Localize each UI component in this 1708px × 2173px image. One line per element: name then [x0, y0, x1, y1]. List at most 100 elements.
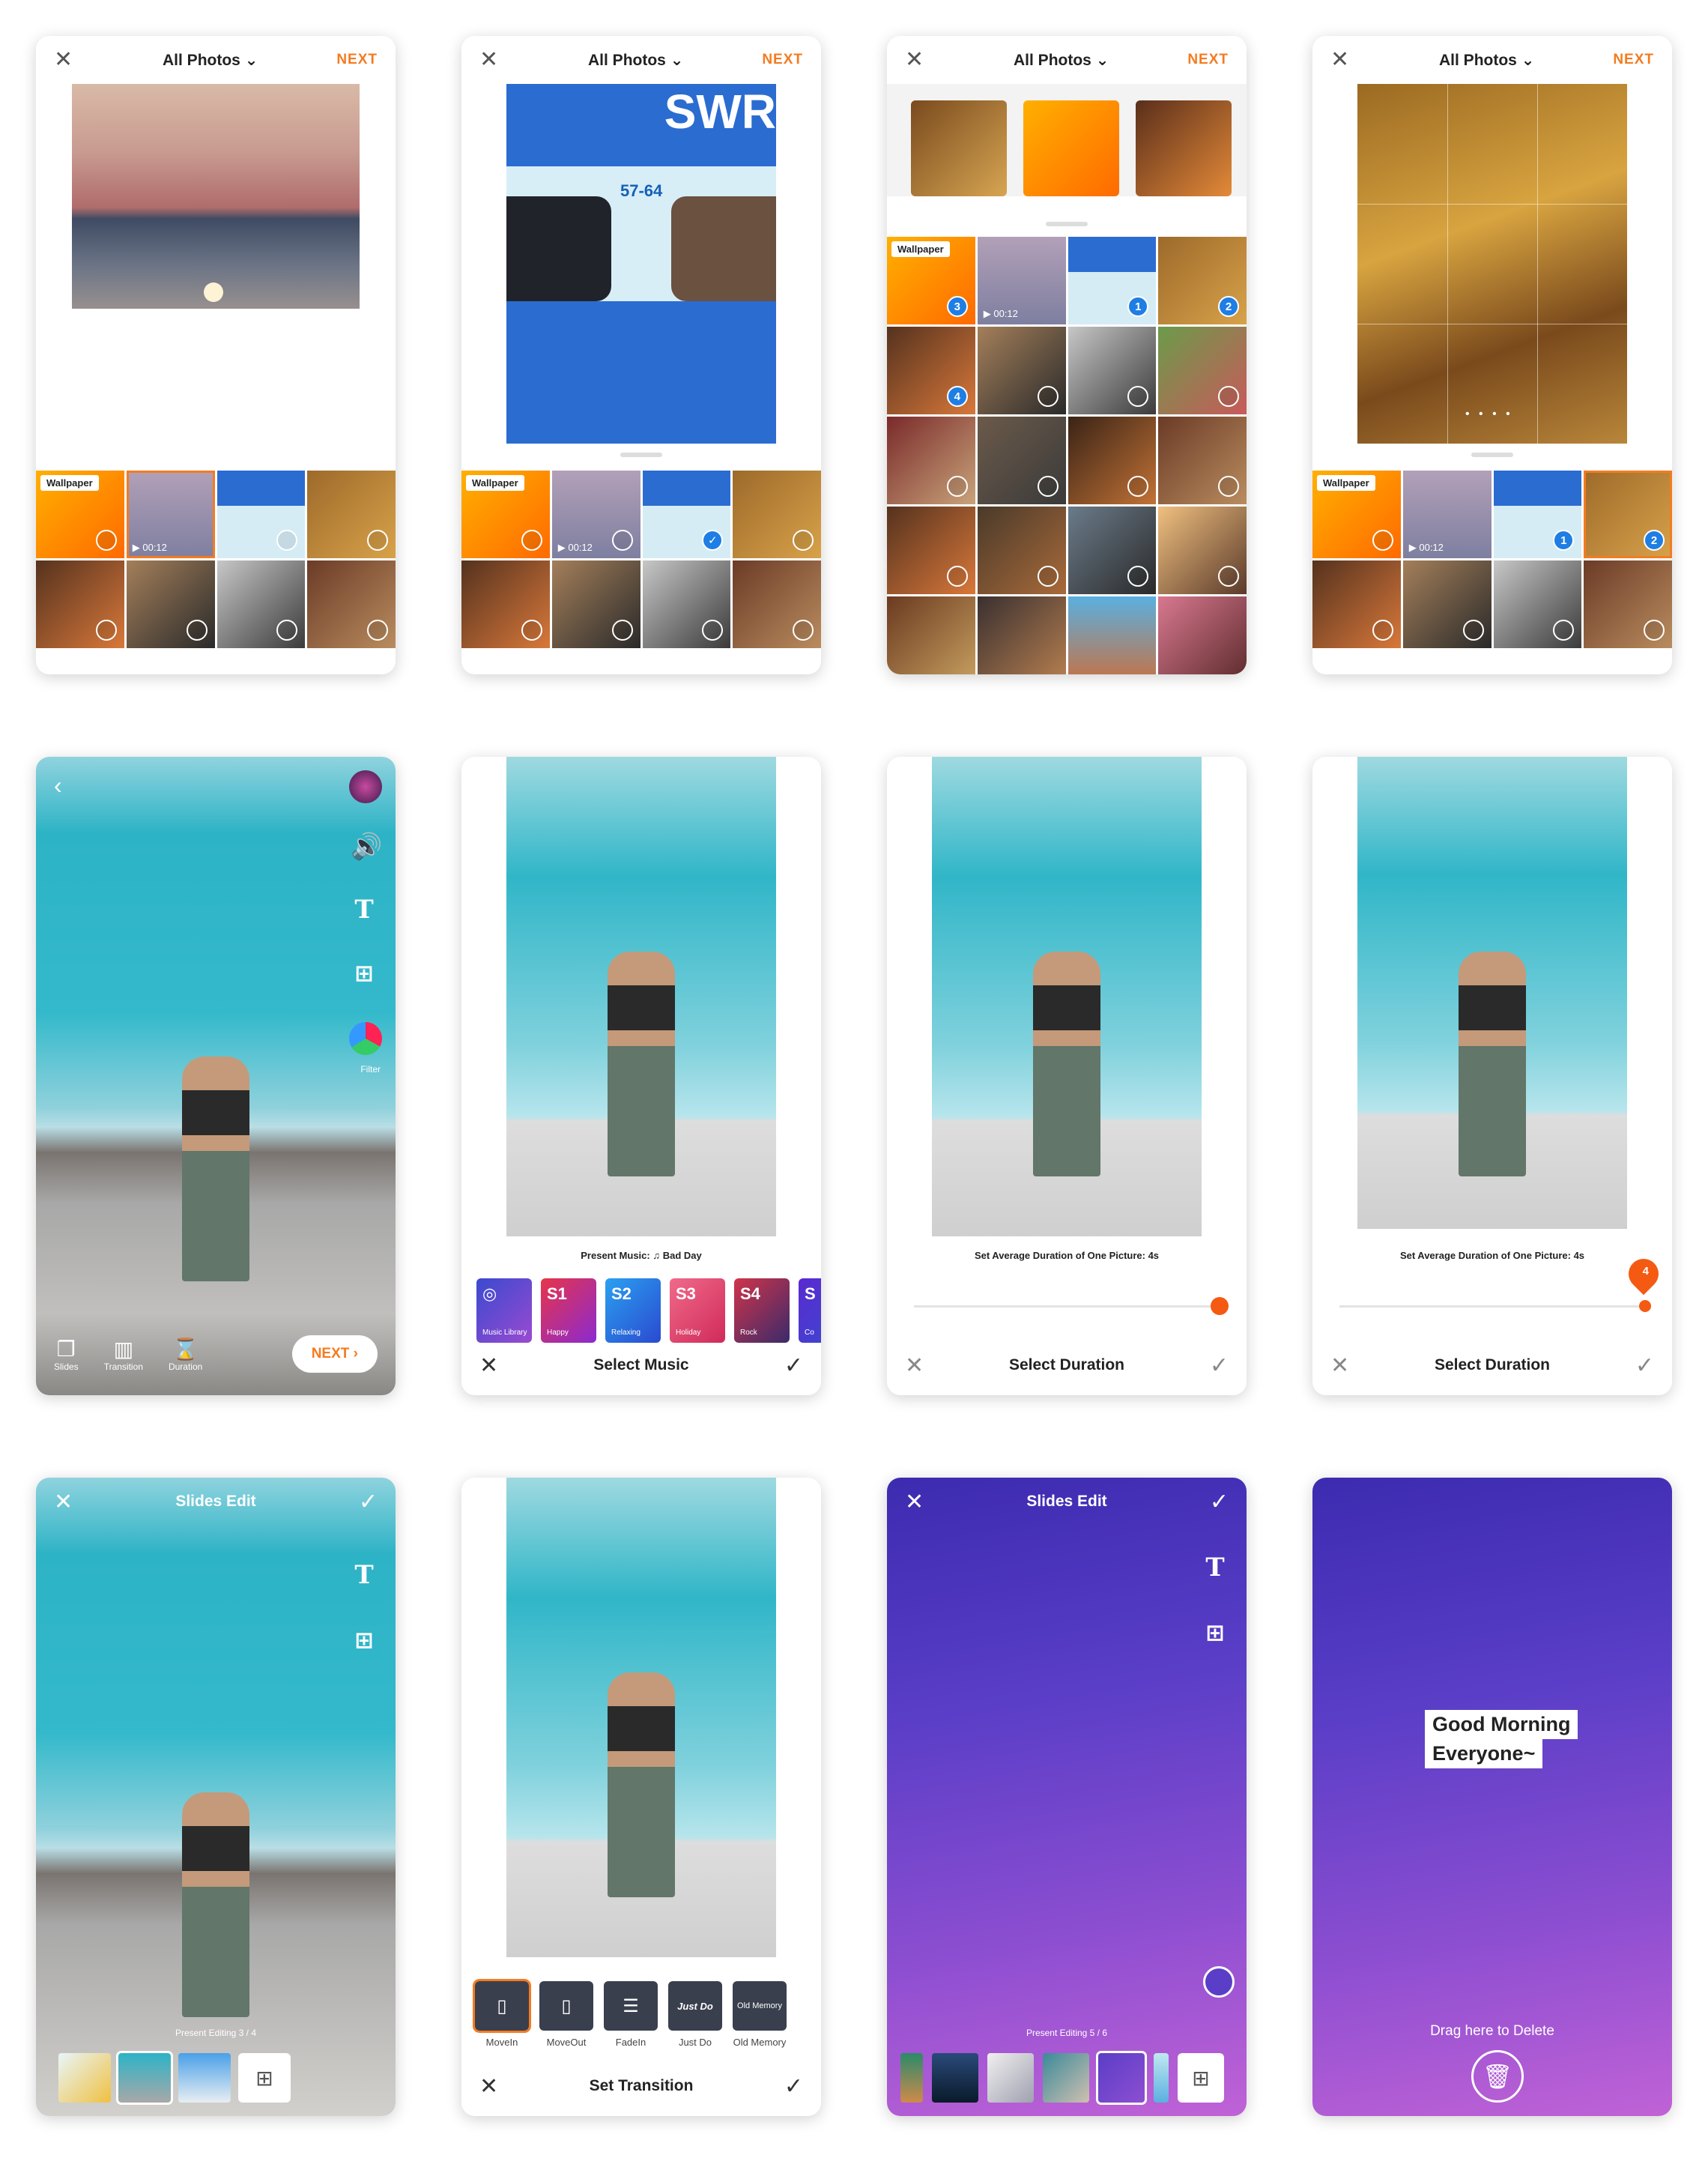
text-tool-icon[interactable]: T	[351, 1560, 378, 1590]
grid-photo[interactable]	[1068, 327, 1157, 414]
select-circle[interactable]	[1127, 566, 1149, 587]
grid-photo[interactable]: 4	[887, 327, 975, 414]
select-circle[interactable]	[521, 620, 542, 641]
grid-photo[interactable]	[36, 560, 124, 648]
drag-handle[interactable]	[620, 453, 662, 457]
select-circle[interactable]	[367, 620, 388, 641]
grid-photo[interactable]	[1158, 596, 1247, 674]
select-circle[interactable]	[1372, 530, 1393, 551]
close-icon[interactable]: ✕	[905, 49, 935, 71]
grid-photo[interactable]: 1	[1068, 237, 1157, 324]
selected-thumb[interactable]	[911, 100, 1007, 196]
music-tile-s4[interactable]: S4 Rock	[734, 1278, 790, 1343]
grid-photo[interactable]: Wallpaper	[1312, 471, 1401, 558]
close-icon[interactable]: ✕	[54, 1489, 73, 1515]
confirm-icon[interactable]: ✓	[1210, 1489, 1229, 1515]
selected-thumb[interactable]	[1136, 100, 1232, 196]
select-circle[interactable]	[793, 620, 814, 641]
add-slide-button[interactable]: ⊞	[1178, 2053, 1224, 2103]
grid-photo[interactable]	[126, 560, 215, 648]
grid-photo[interactable]	[977, 507, 1066, 594]
slides-tool[interactable]: ❐ Slides	[54, 1337, 79, 1372]
trash-button[interactable]: 🗑	[1471, 2050, 1524, 2103]
select-circle[interactable]	[1037, 566, 1059, 587]
duration-slider[interactable]	[914, 1297, 1229, 1315]
text-sticker[interactable]: Good Morning Everyone~	[1425, 1710, 1578, 1769]
select-circle[interactable]	[1037, 386, 1059, 407]
music-tile-s2[interactable]: S2 Relaxing	[605, 1278, 661, 1343]
next-button[interactable]: NEXT	[762, 52, 803, 68]
grid-photo[interactable]	[461, 560, 550, 648]
duration-tool[interactable]: ⌛ Duration	[169, 1337, 202, 1372]
grid-photo[interactable]: Wallpaper	[36, 471, 124, 558]
selected-check[interactable]: ✓	[702, 530, 724, 551]
text-tool-icon[interactable]: T	[351, 895, 378, 925]
selection-number[interactable]: 1	[1553, 530, 1575, 551]
add-slide-button[interactable]: ⊞	[238, 2053, 291, 2103]
next-button[interactable]: NEXT	[1613, 52, 1654, 68]
select-circle[interactable]	[186, 620, 208, 641]
transition-moveout[interactable]: ▯ MoveOut	[539, 1981, 593, 2048]
sticker-icon[interactable]: ⊞	[351, 961, 378, 988]
select-circle[interactable]	[367, 530, 388, 551]
transition-fadein[interactable]: ☰ FadeIn	[604, 1981, 658, 2048]
selection-number[interactable]: 2	[1644, 530, 1665, 551]
crop-preview[interactable]: • • • •	[1357, 84, 1627, 444]
grid-photo[interactable]	[1493, 560, 1582, 648]
confirm-icon[interactable]: ✓	[359, 1489, 378, 1515]
grid-photo[interactable]	[887, 507, 975, 594]
slider-knob[interactable]	[1639, 1300, 1651, 1312]
grid-photo[interactable]	[1068, 596, 1157, 674]
grid-photo[interactable]: 2	[1584, 471, 1672, 558]
select-circle[interactable]	[1218, 566, 1239, 587]
grid-photo[interactable]	[307, 560, 396, 648]
select-circle[interactable]	[1127, 386, 1149, 407]
grid-photo[interactable]	[642, 560, 731, 648]
select-circle[interactable]	[1644, 620, 1665, 641]
music-tile-s1[interactable]: S1 Happy	[541, 1278, 596, 1343]
slide-thumb[interactable]	[1043, 2053, 1089, 2103]
grid-photo[interactable]	[887, 417, 975, 504]
avatar[interactable]	[349, 770, 382, 803]
selected-thumb[interactable]	[1023, 100, 1119, 196]
select-circle[interactable]	[1218, 476, 1239, 497]
close-icon[interactable]: ✕	[1330, 49, 1360, 71]
grid-photo[interactable]	[977, 596, 1066, 674]
grid-photo[interactable]	[1584, 560, 1672, 648]
grid-photo[interactable]: Wallpaper 3	[887, 237, 975, 324]
slide-thumb[interactable]	[900, 2053, 923, 2103]
select-circle[interactable]	[946, 476, 968, 497]
grid-photo[interactable]	[216, 560, 306, 648]
grid-photo[interactable]	[1402, 560, 1492, 648]
select-circle[interactable]	[1462, 620, 1484, 641]
grid-photo[interactable]	[1158, 327, 1247, 414]
text-tool-icon[interactable]: T	[1202, 1553, 1229, 1583]
slide-thumb[interactable]	[932, 2053, 978, 2103]
select-circle[interactable]	[276, 530, 298, 551]
transition-old-memory[interactable]: Old Memory Old Memory	[733, 1981, 787, 2048]
grid-photo[interactable]: ✓	[642, 471, 731, 558]
close-icon[interactable]: ✕	[54, 49, 84, 71]
sticker-icon[interactable]: ⊞	[1202, 1620, 1229, 1647]
grid-photo[interactable]	[977, 417, 1066, 504]
selection-number[interactable]: 1	[1127, 296, 1149, 317]
music-tile-s3[interactable]: S3 Holiday	[670, 1278, 725, 1343]
confirm-icon[interactable]: ✓	[1210, 1353, 1229, 1379]
slide-thumb[interactable]	[58, 2053, 111, 2103]
next-button[interactable]: NEXT ›	[291, 1335, 378, 1373]
album-selector[interactable]: All Photos ⌄	[588, 51, 683, 70]
grid-photo[interactable]	[307, 471, 396, 558]
transition-tool[interactable]: ▥ Transition	[104, 1337, 143, 1372]
slider-knob[interactable]	[1211, 1297, 1229, 1315]
selection-number[interactable]: 4	[946, 386, 968, 407]
grid-photo[interactable]	[1068, 417, 1157, 504]
cancel-icon[interactable]: ✕	[479, 1353, 498, 1379]
select-circle[interactable]	[276, 620, 298, 641]
grid-video[interactable]: ▶ 00:12	[551, 471, 640, 558]
select-circle[interactable]	[702, 620, 724, 641]
grid-photo[interactable]	[1068, 507, 1157, 594]
selection-number[interactable]: 3	[946, 296, 968, 317]
next-button[interactable]: NEXT	[1187, 52, 1229, 68]
music-library-tile[interactable]: ◎ Music Library	[476, 1278, 532, 1343]
confirm-icon[interactable]: ✓	[784, 1353, 803, 1379]
